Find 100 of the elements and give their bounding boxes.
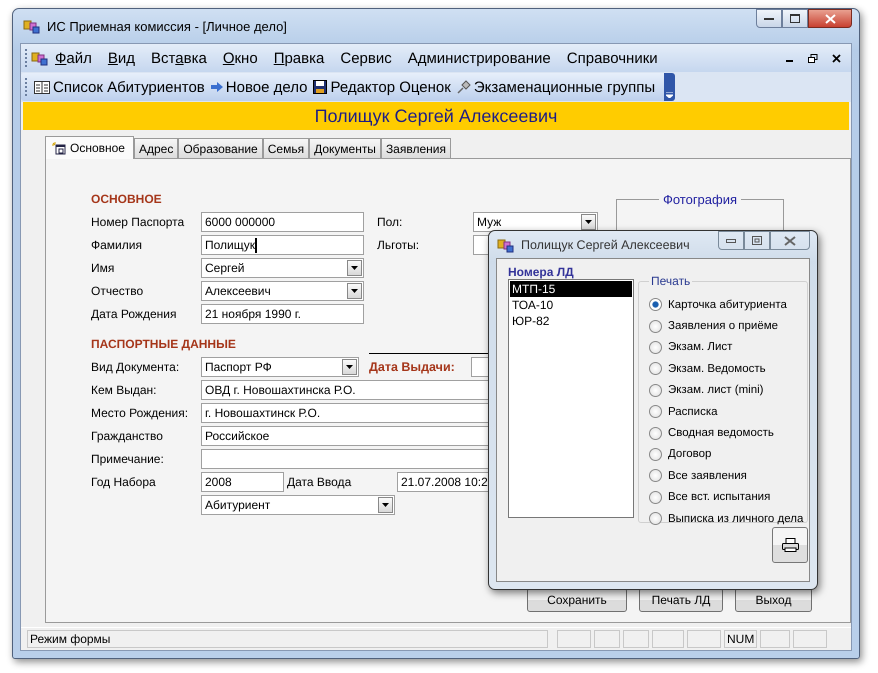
dropdown-arrow-icon bbox=[351, 266, 358, 270]
radio-button[interactable] bbox=[649, 469, 662, 482]
text-field[interactable]: Полищук bbox=[201, 235, 364, 255]
maximize-icon bbox=[790, 14, 800, 23]
minimize-button[interactable] bbox=[718, 231, 744, 250]
overflow-chevron-icon[interactable] bbox=[666, 92, 674, 98]
maximize-button[interactable] bbox=[744, 231, 770, 250]
tab[interactable]: Основное bbox=[45, 136, 134, 159]
option-label: Все заявления bbox=[668, 470, 747, 482]
field-label: Льготы: bbox=[377, 238, 420, 252]
field-label: Год Набора bbox=[91, 475, 157, 489]
toolbar-button[interactable]: Редактор Оценок bbox=[310, 78, 454, 96]
num-lock-indicator: NUM bbox=[724, 630, 757, 648]
menu-item[interactable]: Вставка bbox=[143, 50, 215, 66]
dropdown-arrow-icon bbox=[382, 503, 389, 507]
dropdown-field[interactable]: Сергей bbox=[201, 258, 364, 278]
list-item[interactable]: ТОА-10 bbox=[510, 297, 632, 313]
close-icon bbox=[784, 236, 796, 246]
minimize-icon bbox=[764, 16, 774, 20]
field-label: Фамилия bbox=[91, 238, 143, 252]
photo-label: Фотография bbox=[662, 192, 738, 207]
field-label: Отчество bbox=[91, 284, 144, 298]
radio-button[interactable] bbox=[649, 298, 662, 312]
radio-button[interactable] bbox=[649, 384, 662, 397]
text-field[interactable]: 2008 bbox=[201, 472, 284, 492]
menu-item[interactable]: Администрирование bbox=[400, 50, 559, 66]
window-title: ИС Приемная комиссия - [Личное дело] bbox=[47, 18, 287, 34]
close-button[interactable] bbox=[808, 9, 852, 28]
radio-button[interactable] bbox=[649, 405, 662, 418]
group-label: Печать bbox=[650, 274, 692, 288]
text-field[interactable]: 21 ноября 1990 г. bbox=[201, 304, 364, 324]
text-field[interactable]: 6000 000000 bbox=[201, 212, 364, 232]
tab[interactable]: Адрес bbox=[134, 138, 178, 158]
field-label: Примечание: bbox=[91, 452, 165, 466]
radio-button[interactable] bbox=[649, 448, 662, 461]
menu-item[interactable]: Файл bbox=[49, 50, 100, 66]
action-button[interactable]: Печать ЛД bbox=[639, 588, 723, 612]
tab[interactable]: Заявления bbox=[380, 138, 451, 158]
book-icon bbox=[34, 80, 50, 94]
dropdown-field[interactable]: Абитуриент bbox=[201, 495, 395, 515]
print-button[interactable] bbox=[772, 527, 808, 563]
arrow-icon bbox=[210, 82, 223, 92]
minimize-button[interactable] bbox=[756, 9, 782, 28]
radio-button[interactable] bbox=[649, 320, 662, 333]
radio-button[interactable] bbox=[649, 362, 662, 376]
dropdown-arrow-icon bbox=[585, 220, 592, 224]
tab[interactable]: Документы bbox=[309, 138, 381, 158]
toolbar-button[interactable]: Новое дело bbox=[208, 78, 310, 96]
list-item[interactable]: ЮР-82 bbox=[510, 313, 632, 329]
menu-item[interactable]: Вид bbox=[100, 50, 144, 66]
cubes-icon bbox=[23, 18, 41, 34]
restore-icon[interactable] bbox=[808, 54, 818, 62]
close-button[interactable] bbox=[770, 231, 810, 250]
section-heading: ПАСПОРТНЫЕ ДАННЫЕ bbox=[91, 336, 236, 353]
option-label: Сводная ведомость bbox=[668, 427, 774, 440]
status-panel bbox=[687, 630, 721, 648]
field-label: Вид Документа: bbox=[91, 360, 180, 374]
status-panel bbox=[594, 630, 620, 648]
close-icon[interactable] bbox=[832, 54, 841, 62]
minimize-icon bbox=[726, 238, 736, 242]
status-panel bbox=[652, 630, 684, 648]
status-panel bbox=[793, 630, 827, 648]
status-panel bbox=[623, 630, 649, 648]
dropdown-field[interactable]: Муж bbox=[473, 212, 598, 232]
status-text: Режим формы bbox=[27, 630, 548, 648]
field-label: Дата Выдачи: bbox=[369, 360, 456, 374]
list-label: Номера ЛД bbox=[508, 265, 575, 279]
action-button[interactable]: Сохранить bbox=[527, 588, 627, 612]
tab[interactable]: Образование bbox=[178, 138, 263, 158]
dropdown-field[interactable]: Алексеевич bbox=[201, 281, 364, 301]
maximize-button[interactable] bbox=[782, 9, 808, 28]
field-label: Пол: bbox=[377, 215, 404, 229]
option-label: Карточка абитуриента bbox=[668, 298, 787, 311]
dropdown-field[interactable]: Паспорт РФ bbox=[201, 357, 359, 377]
field-label: Кем Выдан: bbox=[91, 383, 158, 397]
field-label: Номер Паспорта bbox=[91, 215, 186, 229]
tab[interactable]: Семья bbox=[262, 138, 310, 158]
radio-button[interactable] bbox=[649, 490, 662, 504]
option-label: Расписка bbox=[668, 406, 718, 418]
menu-item[interactable]: Справочники bbox=[558, 50, 666, 66]
field-label: Гражданство bbox=[91, 429, 164, 443]
toolbar-button[interactable]: Экзаменационные группы bbox=[454, 78, 658, 96]
action-button[interactable]: Выход bbox=[735, 588, 812, 612]
option-label: Экзам. Ведомость bbox=[668, 362, 766, 375]
radio-button[interactable] bbox=[649, 512, 662, 526]
option-label: Заявления о приёме bbox=[668, 320, 778, 332]
toolbar-button[interactable]: Список Абитуриентов bbox=[31, 78, 208, 96]
radio-button[interactable] bbox=[649, 340, 662, 354]
dropdown-arrow-icon bbox=[346, 365, 353, 369]
menu-item[interactable]: Окно bbox=[214, 50, 266, 66]
radio-button[interactable] bbox=[649, 426, 662, 440]
windows-icon bbox=[52, 142, 66, 154]
pushpin-icon bbox=[456, 80, 471, 94]
option-label: Выписка из личного дела bbox=[668, 512, 804, 525]
list-item[interactable]: МТП-15 bbox=[510, 281, 632, 297]
menu-item[interactable]: Сервис bbox=[332, 50, 400, 66]
section-heading: ОСНОВНОЕ bbox=[91, 191, 163, 208]
field-label: Дата Рождения bbox=[91, 307, 178, 321]
option-label: Все вст. испытания bbox=[668, 491, 770, 504]
menu-item[interactable]: Правка bbox=[266, 50, 332, 66]
